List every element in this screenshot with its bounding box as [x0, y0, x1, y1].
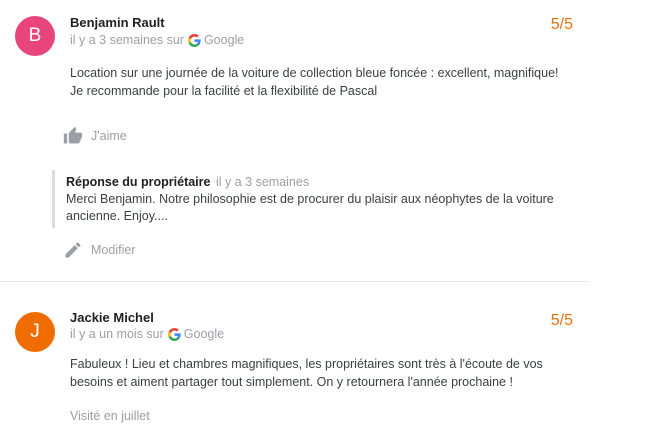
review-card: J Jackie Michel il y a un mois sur Googl… [0, 282, 588, 435]
owner-reply: Réponse du propriétaire il y a 3 semaine… [52, 170, 572, 228]
edit-label: Modifier [91, 243, 136, 257]
visit-date: Visité en juillet [70, 409, 150, 423]
review-text: Fabuleux ! Lieu et chambres magnifiques,… [70, 357, 543, 389]
edit-button[interactable]: Modifier [63, 240, 135, 260]
review-author[interactable]: Benjamin Rault [70, 15, 165, 30]
review-rating: 5/5 [550, 16, 573, 33]
google-g-icon [187, 33, 201, 47]
google-g-icon [167, 327, 181, 341]
review-text: Location sur une journée de la voiture d… [70, 66, 559, 98]
review-time: il y a 3 semaines sur [70, 33, 184, 47]
thumb-up-icon [63, 126, 83, 144]
review-time: il y a un mois sur [70, 327, 164, 341]
owner-reply-text: Merci Benjamin. Notre philosophie est de… [66, 192, 554, 223]
review-author[interactable]: Jackie Michel [70, 310, 154, 325]
owner-reply-header: Réponse du propriétaire il y a 3 semaine… [66, 175, 572, 189]
review-meta: il y a 3 semaines sur Google [70, 33, 244, 47]
review-source: Google [203, 33, 245, 47]
owner-reply-title: Réponse du propriétaire [66, 175, 211, 189]
like-label: J'aime [91, 129, 127, 143]
owner-reply-time: il y a 3 semaines [215, 175, 310, 189]
pencil-icon [65, 242, 81, 258]
review-source: Google [183, 327, 225, 341]
review-card: B Benjamin Rault il y a 3 semaines sur G… [0, 0, 588, 282]
avatar[interactable]: B [15, 16, 55, 56]
review-meta: il y a un mois sur Google [70, 327, 224, 341]
avatar[interactable]: J [15, 312, 55, 352]
like-button[interactable]: J'aime [63, 126, 127, 146]
review-rating: 5/5 [550, 312, 573, 329]
